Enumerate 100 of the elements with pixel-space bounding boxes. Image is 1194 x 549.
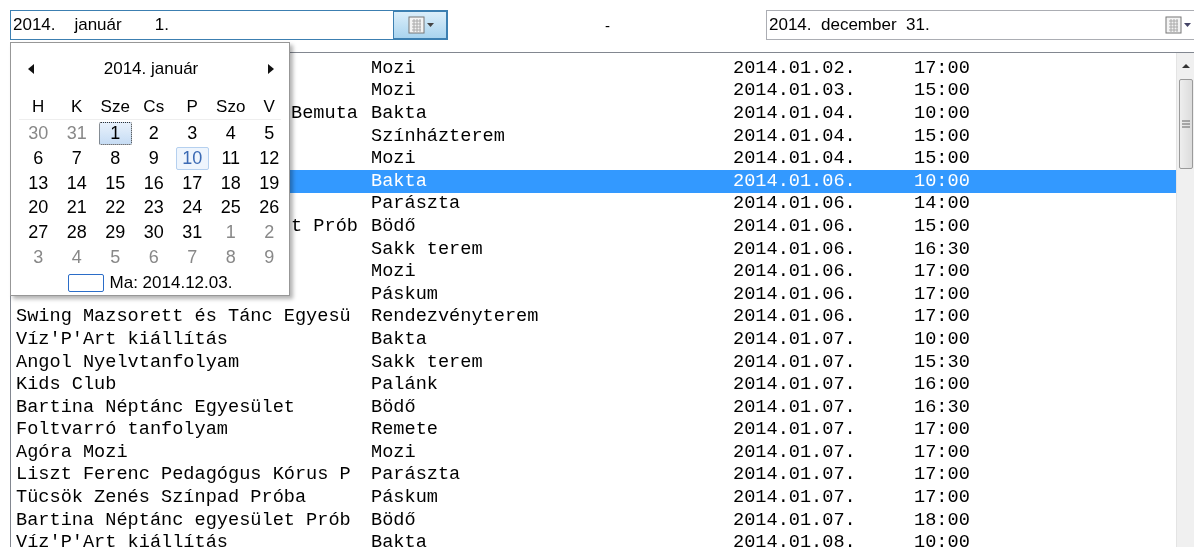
event-location: Bakta — [371, 170, 427, 192]
event-location: Bakta — [371, 532, 427, 547]
event-name: t Prób — [291, 215, 358, 237]
calendar-day[interactable]: 19 — [253, 171, 286, 195]
event-date: 2014.01.06. — [733, 193, 856, 215]
event-time: 17:00 — [914, 419, 970, 441]
event-location: Parászta — [371, 193, 461, 215]
event-time: 15:00 — [914, 215, 970, 237]
calendar-day[interactable]: 18 — [214, 171, 247, 195]
event-date: 2014.01.07. — [733, 374, 856, 396]
event-time: 17:00 — [914, 57, 970, 79]
calendar-dropdown-button[interactable] — [393, 11, 447, 39]
event-name: Liszt Ferenc Pedagógus Kórus P — [16, 464, 351, 486]
calendar-day[interactable]: 25 — [214, 196, 247, 220]
calendar-day[interactable]: 10 — [176, 146, 209, 170]
calendar-day[interactable]: 30 — [22, 122, 55, 145]
calendar-day[interactable]: 4 — [214, 122, 247, 145]
event-time: 10:00 — [914, 328, 970, 350]
calendar-day[interactable]: 7 — [60, 146, 93, 170]
weekday-label: K — [70, 97, 84, 117]
calendar-day[interactable]: 24 — [176, 196, 209, 220]
today-link[interactable]: Ma: 2014.12.03. — [109, 272, 233, 293]
event-date: 2014.01.06. — [733, 238, 856, 260]
event-time: 17:00 — [914, 283, 970, 305]
event-name: Kids Club — [16, 374, 117, 396]
calendar-day[interactable]: 20 — [22, 196, 55, 220]
event-date: 2014.01.06. — [733, 306, 856, 328]
event-time: 16:00 — [914, 374, 970, 396]
calendar-day[interactable]: 11 — [214, 146, 247, 170]
event-name: Foltvarró tanfolyam — [16, 419, 228, 441]
event-date: 2014.01.04. — [733, 103, 856, 124]
calendar-day[interactable]: 16 — [137, 171, 170, 195]
calendar-day[interactable]: 22 — [99, 196, 132, 220]
calendar-day[interactable]: 17 — [176, 171, 209, 195]
event-location: Bödő — [371, 396, 416, 418]
calendar-day[interactable]: 31 — [60, 122, 93, 145]
calendar-day[interactable]: 15 — [99, 171, 132, 195]
event-location: Páskum — [371, 487, 438, 509]
event-location: Bödő — [371, 215, 416, 237]
event-location: Színházterem — [371, 125, 505, 147]
calendar-day[interactable]: 12 — [253, 146, 286, 170]
event-date: 2014.01.07. — [733, 328, 856, 350]
previous-month-icon[interactable] — [27, 63, 35, 75]
calendar-day[interactable]: 23 — [137, 196, 170, 220]
event-location: Remete — [371, 419, 438, 441]
calendar-day[interactable]: 2 — [137, 122, 170, 145]
calendar-day[interactable]: 14 — [60, 171, 93, 195]
calendar-day[interactable]: 2 — [253, 221, 286, 244]
calendar-day[interactable]: 9 — [137, 146, 170, 170]
event-date: 2014.01.03. — [733, 80, 856, 102]
calendar-day[interactable]: 31 — [176, 221, 209, 244]
weekday-label: V — [262, 97, 276, 117]
calendar-day[interactable]: 1 — [214, 221, 247, 244]
date-picker-field[interactable]: 2014. január 1. — [10, 10, 448, 40]
calendar-day[interactable]: 21 — [60, 196, 93, 220]
calendar-day[interactable]: 9 — [253, 246, 286, 269]
calendar-day[interactable]: 6 — [137, 246, 170, 269]
date-picker-field[interactable]: 2014. december 31. — [766, 10, 1194, 40]
event-time: 14:00 — [914, 193, 970, 215]
calendar-day[interactable]: 3 — [176, 122, 209, 145]
event-name: Bemuta — [291, 103, 358, 124]
event-date: 2014.01.07. — [733, 487, 856, 509]
event-location: Mozi — [371, 261, 416, 283]
today-marker-icon — [67, 273, 104, 292]
calendar-day[interactable]: 30 — [137, 221, 170, 244]
calendar-day[interactable]: 27 — [22, 221, 55, 244]
event-date: 2014.01.08. — [733, 532, 856, 547]
event-location: Mozi — [371, 57, 416, 79]
calendar-day[interactable]: 29 — [99, 221, 132, 244]
calendar-day[interactable]: 7 — [176, 246, 209, 269]
weekday-label: P — [185, 97, 199, 117]
event-time: 17:00 — [914, 464, 970, 486]
next-month-icon[interactable] — [267, 63, 275, 75]
weekday-label: Cs — [142, 97, 166, 117]
calendar-day[interactable]: 5 — [99, 246, 132, 269]
calendar-day[interactable]: 1 — [99, 122, 132, 145]
event-date: 2014.01.02. — [733, 57, 856, 79]
range-separator: - — [605, 16, 610, 34]
calendar-day[interactable]: 4 — [60, 246, 93, 269]
calendar-day[interactable]: 13 — [22, 171, 55, 195]
event-time: 10:00 — [914, 532, 970, 547]
event-time: 15:00 — [914, 148, 970, 170]
scrollbar[interactable] — [1176, 53, 1194, 547]
month-title[interactable]: 2014. január — [103, 59, 199, 79]
event-name: Bartina Néptánc Egyesület — [16, 396, 295, 418]
calendar-day[interactable]: 5 — [253, 122, 286, 145]
event-time: 15:00 — [914, 125, 970, 147]
calendar-day[interactable]: 8 — [99, 146, 132, 170]
event-time: 16:30 — [914, 238, 970, 260]
event-date: 2014.01.06. — [733, 170, 856, 192]
calendar-day[interactable]: 28 — [60, 221, 93, 244]
event-time: 17:00 — [914, 261, 970, 283]
calendar-day[interactable]: 8 — [214, 246, 247, 269]
event-location: Bakta — [371, 103, 427, 124]
calendar-day[interactable]: 3 — [22, 246, 55, 269]
calendar-day[interactable]: 6 — [22, 146, 55, 170]
event-time: 16:30 — [914, 396, 970, 418]
event-location: Palánk — [371, 374, 438, 396]
event-location: Mozi — [371, 148, 416, 170]
calendar-day[interactable]: 26 — [253, 196, 286, 220]
